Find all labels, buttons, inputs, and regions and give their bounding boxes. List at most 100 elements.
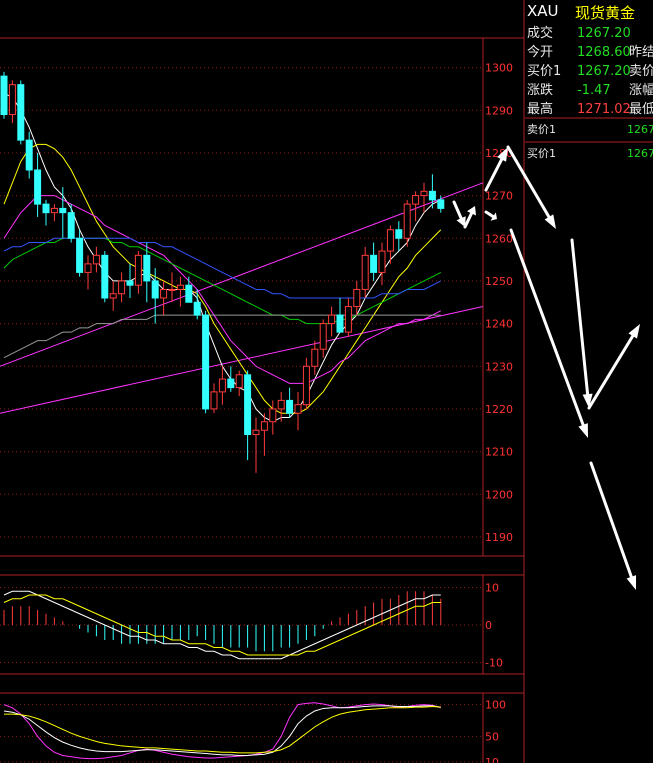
candle-body	[8, 84, 16, 116]
candle-body	[76, 237, 84, 273]
y-tick-label: 1270	[485, 190, 513, 203]
candle-body	[34, 169, 42, 205]
candle-body	[193, 301, 201, 316]
y-tick-label: 1230	[485, 360, 513, 373]
candle-body	[92, 254, 100, 265]
candle-body	[244, 374, 252, 436]
candle-body	[319, 323, 327, 350]
quote-label-right: 最低	[629, 102, 653, 117]
candle-body	[353, 288, 361, 308]
candle-body	[277, 399, 285, 410]
macd-panel: 10 0 -10	[0, 582, 503, 670]
kdj-line	[3, 705, 441, 756]
orderbook-value: 1267	[627, 147, 653, 160]
candle-body	[420, 190, 428, 197]
candle-body	[134, 254, 142, 286]
y-tick-label: 100	[485, 699, 506, 712]
quote-label: 今开	[527, 45, 554, 60]
kdj-line	[4, 706, 441, 754]
candle-body	[143, 254, 151, 282]
y-tick-label: 1210	[485, 446, 513, 459]
candle-body	[67, 212, 75, 239]
quote-label: 最高	[527, 102, 554, 117]
candle-body	[25, 139, 33, 171]
quote-value: 1267.20	[577, 64, 631, 79]
quote-label-right: 涨幅	[629, 83, 653, 98]
candle-body	[101, 254, 109, 299]
candle-body	[84, 263, 92, 273]
quote-row-last: 成交 1267.20	[525, 24, 653, 43]
arrow-shaft	[484, 210, 495, 219]
quote-row-open: 今开 1268.60 昨结	[525, 43, 653, 62]
candle-body	[302, 365, 310, 406]
candle-body	[17, 84, 25, 141]
candle-body	[344, 306, 352, 333]
candle-body	[395, 229, 403, 239]
y-tick-label: 10	[485, 756, 499, 763]
candle-body	[109, 293, 117, 299]
quote-label: 买价1	[527, 64, 562, 79]
candle-body	[328, 314, 336, 325]
quote-row-high: 最高 1271.02 最低	[525, 100, 653, 119]
candle-body	[252, 429, 260, 436]
arrow-shaft	[452, 200, 463, 220]
candle-body	[286, 399, 294, 414]
y-tick-label: 1250	[485, 275, 513, 288]
candle-body	[202, 314, 210, 410]
y-tick-label: 1300	[485, 62, 513, 75]
quote-row-bid: 买价1 1267.20 卖价	[525, 62, 653, 81]
candle-body	[160, 288, 168, 299]
candle-body	[378, 250, 386, 273]
orderbook-label: 卖价1	[527, 123, 556, 136]
quote-value: 1268.60	[577, 45, 631, 60]
orderbook-label: 买价1	[527, 147, 556, 160]
trend-line	[0, 306, 484, 414]
candle-body	[403, 203, 411, 239]
candle-body	[428, 190, 436, 201]
arrow-shaft	[463, 211, 473, 229]
y-tick-label: 50	[485, 730, 499, 743]
candle-body	[294, 404, 302, 414]
arrow-shaft	[484, 157, 504, 192]
candle-body	[218, 378, 226, 393]
candle-body	[227, 378, 235, 389]
candle-body	[386, 229, 394, 252]
symbol-code: XAU	[527, 2, 559, 20]
quote-label-right: 卖价	[629, 64, 653, 79]
candle-body	[118, 280, 126, 295]
quote-value: 1271.02	[577, 102, 631, 117]
symbol-name: 现货黄金	[575, 4, 636, 22]
candle-body	[370, 254, 378, 273]
quote-label-right: 昨结	[629, 45, 653, 60]
candle-body	[235, 374, 243, 389]
y-tick-label: 10	[485, 582, 499, 595]
kdj-panel: 100 50 10	[0, 699, 506, 763]
moving-average-line	[3, 237, 442, 325]
quote-label: 成交	[527, 26, 554, 41]
candle-body	[126, 280, 134, 286]
candle-body	[50, 207, 58, 214]
candle-body	[336, 314, 344, 333]
quote-value: -1.47	[577, 83, 611, 98]
y-tick-label: 1190	[485, 531, 513, 544]
candle-body	[176, 284, 184, 290]
candle-body	[412, 195, 420, 205]
candle-body	[311, 348, 319, 367]
y-tick-label: 1290	[485, 104, 513, 117]
orderbook-bid: 买价1 1267	[525, 145, 653, 163]
y-tick-label: 1200	[485, 488, 513, 501]
candle-body	[437, 199, 445, 209]
quote-panel: XAU 现货黄金 成交 1267.20 今开 1268.60 昨结 买价1 12…	[525, 0, 653, 763]
candle-body	[269, 408, 277, 423]
candle-body	[210, 391, 218, 410]
candlestick-panel	[0, 71, 484, 473]
candle-body	[185, 284, 193, 303]
candle-body	[151, 280, 159, 299]
y-tick-label: 0	[485, 619, 492, 632]
orderbook-value: 1267	[627, 123, 653, 136]
kdj-line	[3, 702, 441, 760]
candle-body	[59, 207, 67, 214]
quote-row-change: 涨跌 -1.47 涨幅	[525, 81, 653, 100]
quote-value: 1267.20	[577, 26, 631, 41]
y-tick-label: -10	[485, 657, 503, 670]
